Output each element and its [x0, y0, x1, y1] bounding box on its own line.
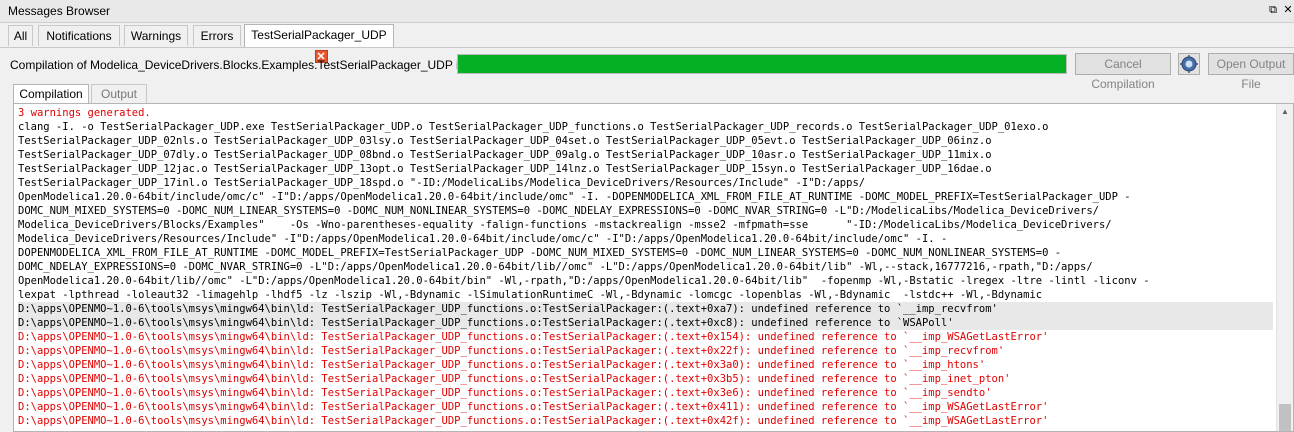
debug-icon: [1180, 55, 1198, 73]
tab-errors[interactable]: Errors: [193, 25, 241, 46]
cancel-compilation-button[interactable]: Cancel Compilation: [1075, 53, 1171, 91]
window-title: Messages Browser: [8, 4, 111, 18]
log-line: TestSerialPackager_UDP_12jac.o TestSeria…: [18, 163, 992, 175]
tab-all[interactable]: All: [8, 25, 33, 46]
tab-notifications[interactable]: Notifications: [38, 25, 120, 46]
log-line: D:\apps\OPENMO~1.0-6\tools\msys\mingw64\…: [18, 359, 986, 371]
log-line: DOMC_NUM_MIXED_SYSTEMS=0 -DOMC_NUM_LINEA…: [18, 205, 1099, 217]
log-line: clang -I. -o TestSerialPackager_UDP.exe …: [18, 121, 1049, 133]
log-line: D:\apps\OPENMO~1.0-6\tools\msys\mingw64\…: [18, 302, 1273, 316]
log-line: D:\apps\OPENMO~1.0-6\tools\msys\mingw64\…: [18, 316, 1273, 330]
compilation-progress-bar: [457, 54, 1067, 74]
log-line: D:\apps\OPENMO~1.0-6\tools\msys\mingw64\…: [18, 415, 1049, 427]
log-line: Modelica_DeviceDrivers/Resources/Include…: [18, 233, 948, 245]
debug-button[interactable]: [1178, 53, 1200, 75]
log-line: TestSerialPackager_UDP_07dly.o TestSeria…: [18, 149, 992, 161]
log-line: OpenModelica1.20.0-64bit/lib//omc" -L"D:…: [18, 275, 1150, 287]
log-line: TestSerialPackager_UDP_17inl.o TestSeria…: [18, 177, 866, 189]
message-tabs: All Notifications Warnings Errors TestSe…: [0, 23, 1294, 64]
log-line: 3 warnings generated.: [18, 107, 151, 119]
float-icon[interactable]: ⧉: [1266, 3, 1280, 17]
log-line: lexpat -lpthread -loleaut32 -limagehlp -…: [18, 289, 1043, 301]
log-line: DOPENMODELICA_XML_FROM_FILE_AT_RUNTIME -…: [18, 247, 1062, 259]
log-line: D:\apps\OPENMO~1.0-6\tools\msys\mingw64\…: [18, 345, 1005, 357]
tab-compilation[interactable]: Compilation: [13, 84, 89, 103]
log-line: D:\apps\OPENMO~1.0-6\tools\msys\mingw64\…: [18, 331, 1049, 343]
log-line: D:\apps\OPENMO~1.0-6\tools\msys\mingw64\…: [18, 387, 992, 399]
log-scrollbar[interactable]: ▲: [1276, 104, 1293, 431]
progress-fill: [458, 55, 1066, 73]
tab-output[interactable]: Output: [91, 84, 147, 103]
close-window-icon[interactable]: ✕: [1281, 3, 1294, 17]
log-line: Modelica_DeviceDrivers/Blocks/Examples" …: [18, 219, 1112, 231]
scroll-up-icon[interactable]: ▲: [1277, 104, 1293, 120]
tab-label: TestSerialPackager_UDP: [251, 28, 387, 42]
log-line: OpenModelica1.20.0-64bit/include/omc/c" …: [18, 191, 1131, 203]
log-line: TestSerialPackager_UDP_02nls.o TestSeria…: [18, 135, 992, 147]
compilation-log[interactable]: 3 warnings generated. clang -I. -o TestSe…: [13, 103, 1294, 432]
log-line: D:\apps\OPENMO~1.0-6\tools\msys\mingw64\…: [18, 401, 1049, 413]
tab-testserialpackager-udp[interactable]: TestSerialPackager_UDP✕: [244, 24, 394, 64]
compilation-status-text: Compilation of Modelica_DeviceDrivers.Bl…: [10, 58, 513, 72]
compilation-status-row: Compilation of Modelica_DeviceDrivers.Bl…: [0, 48, 1294, 91]
tab-warnings[interactable]: Warnings: [124, 25, 188, 46]
scroll-thumb[interactable]: [1279, 404, 1291, 431]
log-lines: 3 warnings generated. clang -I. -o TestSe…: [18, 106, 1273, 428]
compilation-output-tabs: Compilation Output: [0, 83, 1294, 103]
title-bar: Messages Browser ⧉ ✕: [0, 0, 1294, 23]
open-output-file-button[interactable]: Open Output File: [1208, 53, 1294, 91]
log-line: DOMC_NDELAY_EXPRESSIONS=0 -DOMC_NVAR_STR…: [18, 261, 1093, 273]
log-line: D:\apps\OPENMO~1.0-6\tools\msys\mingw64\…: [18, 373, 1011, 385]
